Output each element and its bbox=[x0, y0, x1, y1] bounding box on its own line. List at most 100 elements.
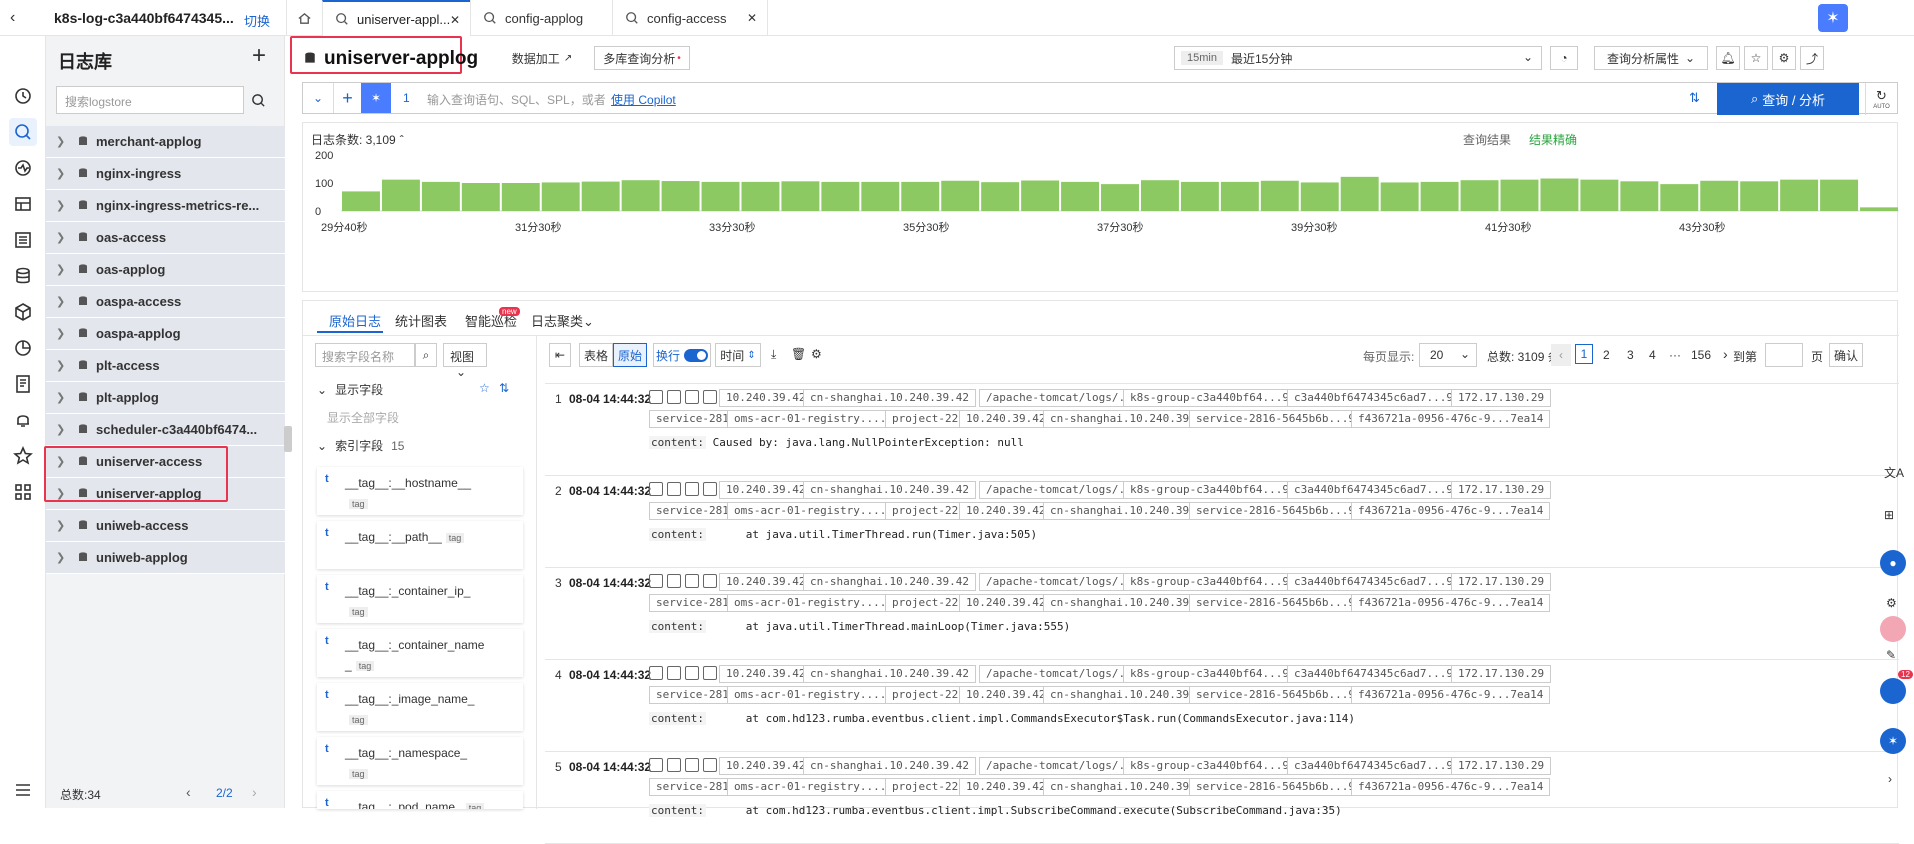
edit-icon[interactable]: ✎ bbox=[1886, 648, 1896, 662]
add-query-button[interactable]: + bbox=[333, 83, 361, 113]
tag-chip[interactable]: f436721a-0956-476c-9...7ea14 bbox=[1351, 502, 1551, 520]
translate-icon[interactable]: 文A bbox=[1884, 464, 1904, 481]
tag-chip[interactable]: cn-shanghai.10.240.39.42 bbox=[803, 665, 976, 683]
home-icon[interactable] bbox=[286, 0, 322, 36]
next-page-icon[interactable]: › bbox=[1723, 346, 1728, 362]
prev-page-icon[interactable]: ‹ bbox=[186, 784, 191, 800]
context-icon[interactable] bbox=[667, 666, 681, 680]
report-icon[interactable] bbox=[9, 370, 37, 398]
tag-chip[interactable]: f436721a-0956-476c-9...7ea14 bbox=[1351, 594, 1551, 612]
copy-icon[interactable] bbox=[649, 482, 663, 496]
gauge-icon[interactable]: ◔ bbox=[1550, 46, 1578, 70]
data-process-button[interactable]: 数据加工 ↗ bbox=[508, 46, 576, 70]
histogram-bar[interactable] bbox=[741, 181, 780, 211]
histogram-chart[interactable]: 200 100 029分40秒 31分30秒 33分30秒 35分30秒 37分30秒 39分… bbox=[303, 147, 1899, 293]
sidebar-item-oaspa-applog[interactable]: ❯ oaspa-applog bbox=[46, 318, 285, 350]
tab-stats-chart[interactable]: 统计图表 bbox=[395, 311, 447, 330]
chevron-down-icon[interactable] bbox=[703, 482, 717, 496]
tag-chip[interactable]: 10.240.39.42 bbox=[959, 778, 1053, 796]
context-icon[interactable] bbox=[667, 574, 681, 588]
close-icon[interactable]: ✕ bbox=[747, 11, 757, 25]
page-3[interactable]: 3 bbox=[1627, 348, 1634, 362]
copilot-link[interactable]: 使用 Copilot bbox=[611, 93, 676, 107]
tab-raw-logs[interactable]: 原始日志 bbox=[329, 311, 381, 330]
tag-chip[interactable]: 10.240.39.42 bbox=[959, 410, 1053, 428]
sidebar-item-scheduler[interactable]: ❯ scheduler-c3a440bf6474... bbox=[46, 414, 285, 446]
copy-icon[interactable] bbox=[649, 574, 663, 588]
grid-icon[interactable]: ⊞ bbox=[1884, 508, 1894, 522]
gear-icon[interactable]: ⚙ bbox=[1772, 46, 1796, 70]
field-item[interactable]: t __tag__:_container_ip_tag bbox=[317, 575, 523, 623]
histogram-bar[interactable] bbox=[1140, 180, 1179, 211]
analysis-attr-button[interactable]: 查询分析属性 ⌄ bbox=[1594, 46, 1708, 70]
histogram-bar[interactable] bbox=[501, 183, 540, 211]
histogram-bar[interactable] bbox=[1620, 181, 1659, 211]
page-input[interactable] bbox=[1765, 343, 1803, 367]
tab-uniserver-applog[interactable]: uniserver-appl... ✕ bbox=[322, 0, 470, 36]
histogram-bar[interactable] bbox=[1700, 180, 1739, 211]
filter-icon[interactable]: ⇅ bbox=[1689, 90, 1700, 106]
database-icon[interactable] bbox=[9, 262, 37, 290]
chevron-right-icon[interactable]: › bbox=[1888, 772, 1892, 786]
field-item[interactable]: t __tag__:_namespace_tag bbox=[317, 737, 523, 785]
switch-project-link[interactable]: 切换 bbox=[244, 11, 270, 30]
shown-fields-header[interactable]: ⌄ 显示字段 bbox=[317, 381, 383, 398]
bell-icon[interactable]: 🔔︎ bbox=[1716, 46, 1740, 70]
close-icon[interactable]: ✕ bbox=[450, 13, 460, 27]
monitor-icon[interactable] bbox=[9, 154, 37, 182]
page-4[interactable]: 4 bbox=[1649, 348, 1656, 362]
tag-chip[interactable]: 172.17.130.29 bbox=[1451, 389, 1552, 407]
histogram-bar[interactable] bbox=[1820, 179, 1859, 211]
per-page-select[interactable]: 20 ⌄ bbox=[1419, 343, 1477, 367]
add-logstore-button[interactable]: + bbox=[252, 42, 266, 70]
histogram-bar[interactable] bbox=[1420, 181, 1459, 211]
copilot-icon[interactable]: ✶ bbox=[361, 83, 391, 113]
chevron-down-icon[interactable] bbox=[703, 758, 717, 772]
histogram-bar[interactable] bbox=[981, 182, 1020, 211]
chevron-down-icon[interactable]: ⌄ bbox=[303, 83, 333, 113]
search-icon[interactable]: ⌕ bbox=[415, 343, 437, 367]
prev-page-icon[interactable]: ‹ bbox=[1551, 344, 1571, 366]
chevron-down-icon[interactable] bbox=[703, 574, 717, 588]
tag-chip[interactable]: 10.240.39.42 bbox=[959, 686, 1053, 704]
star-icon[interactable]: ☆ bbox=[1744, 46, 1768, 70]
trash-icon[interactable]: 🗑︎ bbox=[791, 347, 806, 361]
page-ellipsis[interactable]: ··· bbox=[1669, 348, 1681, 362]
tag-chip[interactable]: 172.17.130.29 bbox=[1451, 665, 1552, 683]
histogram-bar[interactable] bbox=[1540, 178, 1579, 211]
histogram-bar[interactable] bbox=[1101, 184, 1139, 211]
page-156[interactable]: 156 bbox=[1691, 348, 1711, 362]
histogram-bar[interactable] bbox=[1780, 179, 1819, 211]
help-icon[interactable] bbox=[1880, 678, 1906, 704]
play-icon[interactable] bbox=[685, 758, 699, 772]
download-icon[interactable]: ⤓ bbox=[771, 347, 776, 362]
play-icon[interactable] bbox=[685, 666, 699, 680]
apps-icon[interactable] bbox=[9, 478, 37, 506]
page-2[interactable]: 2 bbox=[1603, 348, 1610, 362]
context-icon[interactable] bbox=[667, 390, 681, 404]
sidebar-item-nginx-ingress-metrics[interactable]: ❯ nginx-ingress-metrics-re... bbox=[46, 190, 285, 222]
avatar[interactable] bbox=[1880, 616, 1906, 642]
histogram-bar[interactable] bbox=[421, 181, 460, 211]
clock-icon[interactable] bbox=[9, 82, 37, 110]
view-select[interactable]: 视图⌄ bbox=[443, 343, 487, 379]
tag-chip[interactable]: cn-shanghai.10.240.39.42 bbox=[803, 389, 976, 407]
sidebar-item-plt-applog[interactable]: ❯ plt-applog bbox=[46, 382, 285, 414]
query-input[interactable]: 输入查询语句、SQL、SPL，或者 使用 Copilot bbox=[427, 91, 676, 108]
star-icon[interactable] bbox=[9, 442, 37, 470]
tab-config-access[interactable]: config-access ✕ bbox=[612, 0, 768, 36]
context-icon[interactable] bbox=[667, 758, 681, 772]
raw-view-button[interactable]: 原始 bbox=[613, 343, 647, 367]
histogram-bar[interactable] bbox=[1860, 207, 1898, 211]
tag-chip[interactable]: 10.240.39.42 bbox=[959, 594, 1053, 612]
back-icon[interactable]: ‹ bbox=[10, 9, 15, 27]
histogram-bar[interactable] bbox=[1500, 179, 1539, 211]
field-item[interactable]: t __tag__:__path__ tag bbox=[317, 521, 523, 569]
gear-icon[interactable]: ⚙ bbox=[1886, 596, 1897, 610]
histogram-bar[interactable] bbox=[701, 181, 740, 211]
copilot-button[interactable]: ✶ bbox=[1818, 4, 1848, 32]
pie-chart-icon[interactable] bbox=[9, 334, 37, 362]
histogram-bar[interactable] bbox=[621, 180, 660, 211]
tag-chip[interactable]: f436721a-0956-476c-9...7ea14 bbox=[1351, 686, 1551, 704]
star-icon[interactable]: ☆ bbox=[479, 381, 490, 395]
